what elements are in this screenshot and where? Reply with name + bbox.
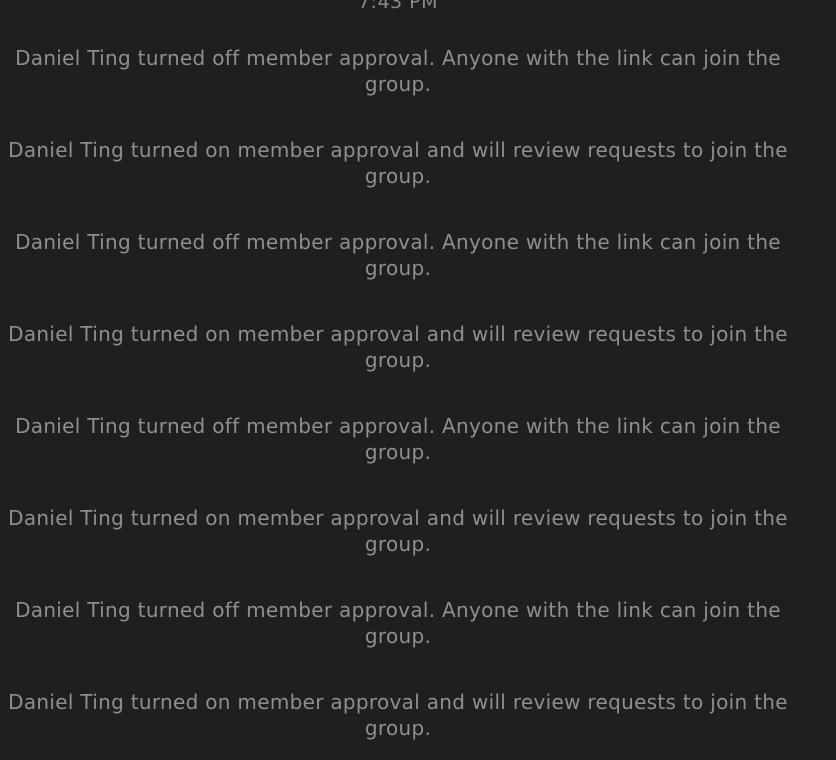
event-text-line-1: Daniel Ting turned off member approval. …: [15, 46, 781, 70]
event-text-line-1: Daniel Ting turned off member approval. …: [15, 230, 781, 254]
event-text-line-1: Daniel Ting turned on member approval an…: [8, 138, 788, 162]
event-text-line-1: Daniel Ting turned on member approval an…: [8, 322, 788, 346]
event-text-line-2: group.: [364, 532, 432, 556]
system-event-message: Daniel Ting turned on member approval an…: [0, 505, 796, 557]
event-text-line-2: group.: [364, 440, 432, 464]
event-text-line-2: group.: [364, 256, 432, 280]
event-text-line-1: Daniel Ting turned on member approval an…: [8, 690, 788, 714]
system-event-message: Daniel Ting turned on member approval an…: [0, 689, 796, 741]
system-event-message: Daniel Ting turned on member approval an…: [0, 321, 796, 373]
event-text-line-2: group.: [364, 164, 432, 188]
event-text-line-2: group.: [364, 624, 432, 648]
system-event-message: Daniel Ting turned off member approval. …: [0, 45, 796, 97]
event-text-line-2: group.: [364, 716, 432, 740]
event-text-line-2: group.: [364, 72, 432, 96]
event-text-line-1: Daniel Ting turned off member approval. …: [15, 414, 781, 438]
system-event-message: Daniel Ting turned off member approval. …: [0, 597, 796, 649]
event-text-line-1: Daniel Ting turned on member approval an…: [8, 506, 788, 530]
event-text-line-1: Daniel Ting turned off member approval. …: [15, 598, 781, 622]
event-text-line-2: group.: [364, 348, 432, 372]
system-event-message: Daniel Ting turned on member approval an…: [0, 137, 796, 189]
message-timestamp: 7:43 PM: [357, 0, 439, 13]
system-event-message: Daniel Ting turned off member approval. …: [0, 229, 796, 281]
system-event-message: Daniel Ting turned off member approval. …: [0, 413, 796, 465]
